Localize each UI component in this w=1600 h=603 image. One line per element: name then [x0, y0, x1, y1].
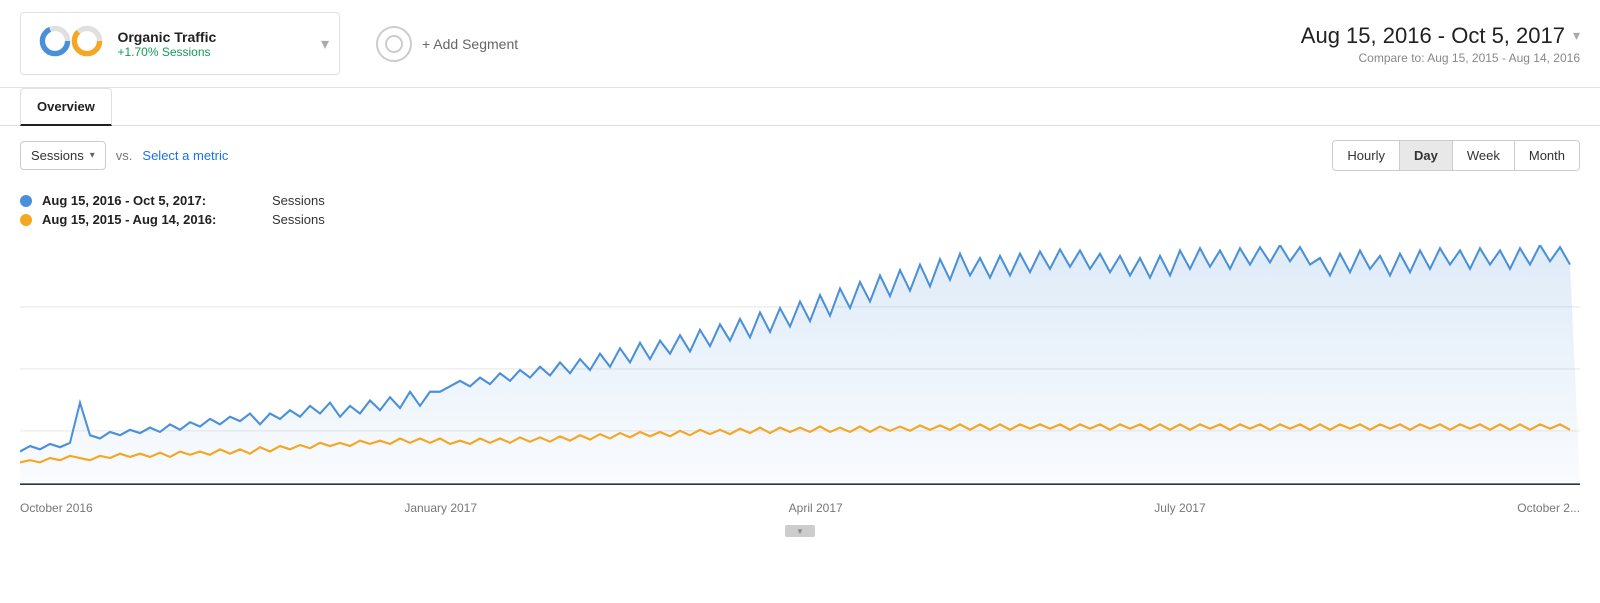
scrollbar-area — [0, 519, 1600, 543]
date-range-title[interactable]: Aug 15, 2016 - Oct 5, 2017 ▾ — [1301, 23, 1580, 49]
x-label-3: July 2017 — [1154, 501, 1205, 515]
legend-metric-1: Sessions — [272, 212, 325, 227]
legend-dot-orange — [20, 214, 32, 226]
time-btn-month[interactable]: Month — [1515, 141, 1579, 170]
controls-bar: Sessions ▾ vs. Select a metric Hourly Da… — [0, 126, 1600, 185]
segment-info: Organic Traffic +1.70% Sessions — [117, 29, 216, 59]
legend-row-1: Aug 15, 2015 - Aug 14, 2016: Sessions — [20, 212, 1580, 227]
metric-label: Sessions — [31, 148, 84, 163]
donut-icon-blue — [37, 23, 73, 59]
legend-dot-blue — [20, 195, 32, 207]
x-label-4: October 2... — [1517, 501, 1580, 515]
legend-date-0: Aug 15, 2016 - Oct 5, 2017: — [42, 193, 262, 208]
add-segment-button[interactable]: + Add Segment — [360, 16, 534, 72]
donut-icon-orange — [69, 23, 105, 59]
circle-outline-icon — [385, 35, 403, 53]
compare-range: Aug 15, 2015 - Aug 14, 2016 — [1427, 51, 1580, 65]
legend-row-0: Aug 15, 2016 - Oct 5, 2017: Sessions — [20, 193, 1580, 208]
time-btn-week[interactable]: Week — [1453, 141, 1515, 170]
x-label-0: October 2016 — [20, 501, 93, 515]
top-bar: Organic Traffic +1.70% Sessions ▾ + Add … — [0, 0, 1600, 88]
date-range-dropdown-icon[interactable]: ▾ — [1573, 27, 1580, 44]
x-label-2: April 2017 — [789, 501, 843, 515]
metric-selector: Sessions ▾ vs. Select a metric — [20, 141, 228, 170]
chart-svg — [20, 245, 1580, 495]
vs-label: vs. — [116, 148, 133, 163]
legend-area: Aug 15, 2016 - Oct 5, 2017: Sessions Aug… — [0, 185, 1600, 235]
chart-area — [0, 245, 1600, 495]
scrollbar-thumb[interactable] — [785, 525, 815, 537]
segment-dropdown-icon[interactable]: ▾ — [321, 34, 329, 54]
legend-date-1: Aug 15, 2015 - Aug 14, 2016: — [42, 212, 262, 227]
segment-card[interactable]: Organic Traffic +1.70% Sessions ▾ — [20, 12, 340, 75]
chart-container — [20, 245, 1580, 495]
legend-metric-0: Sessions — [272, 193, 325, 208]
add-segment-circle-icon — [376, 26, 412, 62]
date-range-section: Aug 15, 2016 - Oct 5, 2017 ▾ Compare to:… — [1301, 23, 1580, 65]
metric-dropdown[interactable]: Sessions ▾ — [20, 141, 106, 170]
time-btn-day[interactable]: Day — [1400, 141, 1453, 170]
overview-tabs: Overview — [0, 88, 1600, 126]
segment-stat: +1.70% Sessions — [117, 45, 216, 59]
select-metric-link[interactable]: Select a metric — [142, 148, 228, 163]
x-label-1: January 2017 — [404, 501, 477, 515]
add-segment-label: + Add Segment — [422, 36, 518, 52]
tab-overview[interactable]: Overview — [20, 88, 112, 126]
metric-dropdown-arrow: ▾ — [90, 150, 95, 161]
compare-prefix: Compare to: — [1359, 51, 1425, 65]
time-buttons: Hourly Day Week Month — [1332, 140, 1580, 171]
x-axis-labels: October 2016 January 2017 April 2017 Jul… — [0, 495, 1600, 519]
date-range-compare: Compare to: Aug 15, 2015 - Aug 14, 2016 — [1301, 51, 1580, 65]
segment-icons — [37, 23, 105, 64]
time-btn-hourly[interactable]: Hourly — [1333, 141, 1400, 170]
date-range-text: Aug 15, 2016 - Oct 5, 2017 — [1301, 23, 1565, 49]
segment-name: Organic Traffic — [117, 29, 216, 45]
